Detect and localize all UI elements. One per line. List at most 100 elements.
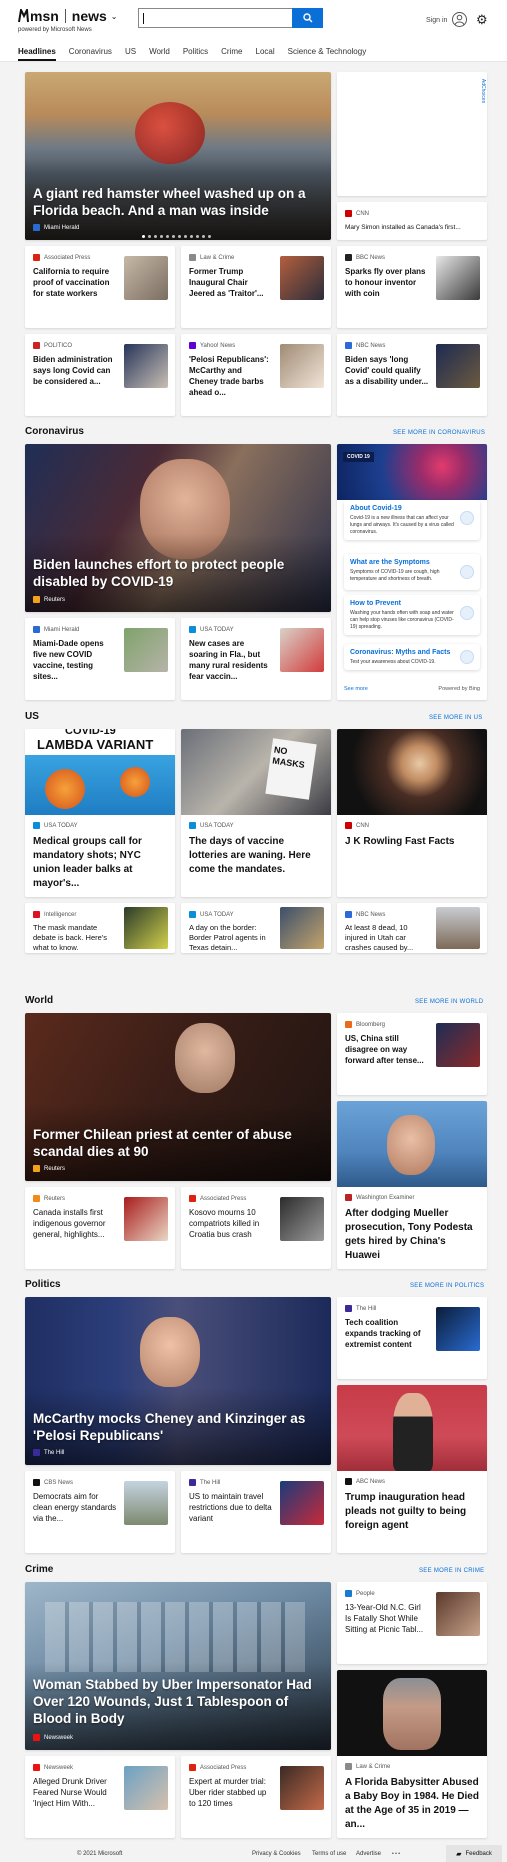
card-title[interactable]: US to maintain travel restrictions due t… (189, 1491, 273, 1537)
hero-title[interactable]: Biden launches effort to protect people … (33, 556, 323, 590)
card-title[interactable]: Biden administration says long Covid can… (33, 354, 117, 400)
chevron-down-icon[interactable]: ⌄ (111, 12, 118, 21)
tab-headlines[interactable]: Headlines (18, 47, 56, 61)
card-title[interactable]: Former Trump Inaugural Chair Jeered as '… (189, 266, 273, 312)
news-card[interactable]: Reuters Canada installs first indigenous… (25, 1187, 175, 1269)
tab-us[interactable]: US (125, 47, 136, 61)
news-card[interactable]: NBC News At least 8 dead, 10 injured in … (337, 903, 487, 953)
card-thumbnail (124, 256, 168, 300)
news-card-large[interactable]: Law & Crime A Florida Babysitter Abused … (337, 1670, 487, 1838)
more-ellipsis-button[interactable]: • • • (392, 1851, 400, 1857)
news-card[interactable]: Newsweek Alleged Drunk Driver Feared Nur… (25, 1756, 175, 1838)
news-card[interactable]: Law & Crime Former Trump Inaugural Chair… (181, 246, 331, 328)
adchoices-label[interactable]: AdChoices (480, 79, 486, 103)
side-title[interactable]: Mary Simon installed as Canada's first..… (345, 224, 461, 231)
card-title[interactable]: Kosovo mourns 10 compatriots killed in C… (189, 1207, 273, 1253)
news-card[interactable]: Yahoo! News 'Pelosi Republicans': McCart… (181, 334, 331, 416)
hero-title[interactable]: Former Chilean priest at center of abuse… (33, 1126, 323, 1160)
tab-coronavirus[interactable]: Coronavirus (69, 47, 112, 61)
sign-in-link[interactable]: Sign in (426, 17, 447, 24)
msn-logo[interactable]: msn news ⌄ (18, 8, 117, 24)
card-title[interactable]: Miami-Dade opens five new COVID vaccine,… (33, 638, 117, 684)
card-title[interactable]: Alleged Drunk Driver Feared Nurse Would … (33, 1776, 117, 1822)
card-title[interactable]: A Florida Babysitter Abused a Baby Boy i… (345, 1776, 481, 1832)
gear-icon[interactable]: ⚙ (476, 13, 488, 26)
news-card[interactable]: Associated Press California to require p… (25, 246, 175, 328)
card-title[interactable]: New cases are soaring in Fla., but many … (189, 638, 273, 684)
card-source: Yahoo! News (189, 342, 235, 349)
card-title[interactable]: Biden says 'long Covid' could qualify as… (345, 354, 429, 400)
see-more-crime-link[interactable]: SEE MORE IN CRIME (419, 1568, 484, 1574)
news-card[interactable]: Bloomberg US, China still disagree on wa… (337, 1013, 487, 1095)
see-more-world-link[interactable]: SEE MORE IN WORLD (415, 999, 483, 1005)
covid-see-more-link[interactable]: See more (344, 686, 368, 692)
card-title[interactable]: Medical groups call for mandatory shots;… (33, 835, 169, 891)
card-title[interactable]: Canada installs first indigenous governo… (33, 1207, 117, 1253)
news-card-large[interactable]: ABC News Trump inauguration head pleads … (337, 1385, 487, 1553)
crime-hero-card[interactable]: Woman Stabbed by Uber Impersonator Had O… (25, 1582, 331, 1750)
carousel-dots[interactable] (142, 235, 211, 238)
see-more-politics-link[interactable]: SEE MORE IN POLITICS (410, 1283, 484, 1289)
image-caption: LAMBDA VARIANT (37, 737, 154, 752)
news-card[interactable]: NBC News Biden says 'long Covid' could q… (337, 334, 487, 416)
news-card[interactable]: Miami Herald Miami-Dade opens five new C… (25, 618, 175, 700)
search-input[interactable] (138, 8, 293, 28)
see-more-coronavirus-link[interactable]: SEE MORE IN CORONAVIRUS (393, 430, 485, 436)
news-card-large[interactable]: NO MASKS USA TODAY The days of vaccine l… (181, 729, 331, 897)
hero-title[interactable]: A giant red hamster wheel washed up on a… (33, 185, 323, 219)
covid-item-myths[interactable]: Coronavirus: Myths and Facts Test your a… (344, 644, 480, 670)
card-title[interactable]: 'Pelosi Republicans': McCarthy and Chene… (189, 354, 273, 400)
news-card[interactable]: Intelligencer The mask mandate debate is… (25, 903, 175, 953)
feedback-button[interactable]: ▰ Feedback (446, 1845, 502, 1862)
tab-local[interactable]: Local (256, 47, 275, 61)
card-title[interactable]: Democrats aim for clean energy standards… (33, 1491, 117, 1537)
tab-politics[interactable]: Politics (183, 47, 208, 61)
news-card-large[interactable]: Washington Examiner After dodging Muelle… (337, 1101, 487, 1269)
news-card[interactable]: USA TODAY A day on the border: Border Pa… (181, 903, 331, 953)
see-more-us-link[interactable]: SEE MORE IN US (429, 715, 483, 721)
tab-world[interactable]: World (149, 47, 170, 61)
privacy-link[interactable]: Privacy & Cookies (252, 1851, 301, 1857)
news-card[interactable]: The Hill Tech coalition expands tracking… (337, 1297, 487, 1379)
news-card-large[interactable]: COVID-19 LAMBDA VARIANT USA TODAY Medica… (25, 729, 175, 897)
covid-item-about[interactable]: About Covid-19 Covid-19 is a new illness… (344, 500, 480, 540)
covid-item-symptoms[interactable]: What are the Symptoms Symptoms of COVID-… (344, 554, 480, 590)
card-title[interactable]: J K Rowling Fast Facts (345, 835, 481, 849)
terms-link[interactable]: Terms of use (312, 1851, 346, 1857)
world-hero-card[interactable]: Former Chilean priest at center of abuse… (25, 1013, 331, 1181)
news-card[interactable]: The Hill US to maintain travel restricti… (181, 1471, 331, 1553)
hero-title[interactable]: Woman Stabbed by Uber Impersonator Had O… (33, 1676, 323, 1727)
covid-item-prevent[interactable]: How to Prevent Washing your hands often … (344, 595, 480, 635)
advertise-link[interactable]: Advertise (356, 1851, 381, 1857)
ad-card[interactable]: AdChoices (337, 72, 487, 196)
card-title[interactable]: Sparks fly over plans to honour inventor… (345, 266, 429, 312)
card-title[interactable]: Expert at murder trial: Uber rider stabb… (189, 1776, 273, 1822)
card-title[interactable]: US, China still disagree on way forward … (345, 1033, 429, 1079)
card-thumbnail (124, 1766, 168, 1810)
news-card[interactable]: USA TODAY New cases are soaring in Fla.,… (181, 618, 331, 700)
news-card[interactable]: People 13-Year-Old N.C. Girl Is Fatally … (337, 1582, 487, 1664)
card-title: The mask mandate debate is back. Here's … (33, 923, 107, 952)
news-card[interactable]: POLITICO Biden administration says long … (25, 334, 175, 416)
news-card[interactable]: Associated Press Kosovo mourns 10 compat… (181, 1187, 331, 1269)
tab-science-technology[interactable]: Science & Technology (288, 47, 367, 61)
card-title[interactable]: After dodging Mueller prosecution, Tony … (345, 1207, 481, 1263)
coronavirus-hero-card[interactable]: Biden launches effort to protect people … (25, 444, 331, 612)
card-title[interactable]: Tech coalition expands tracking of extre… (345, 1317, 429, 1363)
top-hero-card[interactable]: A giant red hamster wheel washed up on a… (25, 72, 331, 240)
card-source: Associated Press (33, 254, 90, 261)
news-card-large[interactable]: CNN J K Rowling Fast Facts (337, 729, 487, 897)
avatar-icon[interactable] (452, 12, 467, 27)
card-title[interactable]: 13-Year-Old N.C. Girl Is Fatally Shot Wh… (345, 1602, 429, 1648)
search-button[interactable] (292, 8, 323, 28)
politics-hero-card[interactable]: McCarthy mocks Cheney and Kinzinger as '… (25, 1297, 331, 1465)
news-card[interactable]: Associated Press Expert at murder trial:… (181, 1756, 331, 1838)
card-title[interactable]: The days of vaccine lotteries are waning… (189, 835, 325, 877)
news-card[interactable]: CBS News Democrats aim for clean energy … (25, 1471, 175, 1553)
card-title[interactable]: California to require proof of vaccinati… (33, 266, 117, 312)
hero-title[interactable]: McCarthy mocks Cheney and Kinzinger as '… (33, 1410, 323, 1444)
tab-crime[interactable]: Crime (221, 47, 242, 61)
side-news-card[interactable]: CNN Mary Simon installed as Canada's fir… (337, 202, 487, 240)
news-card[interactable]: BBC News Sparks fly over plans to honour… (337, 246, 487, 328)
card-title[interactable]: Trump inauguration head pleads not guilt… (345, 1491, 481, 1533)
